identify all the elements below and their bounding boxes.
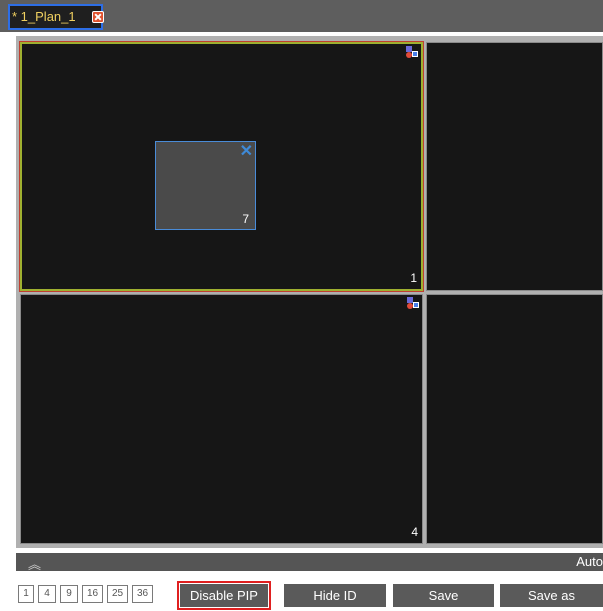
- cell-id: 1: [410, 271, 417, 285]
- tab-plan[interactable]: * 1_Plan_1: [8, 4, 104, 30]
- auto-label: Auto: [576, 554, 603, 569]
- cell-mode-icon[interactable]: [406, 46, 418, 58]
- layout-button-1[interactable]: 1: [18, 585, 34, 603]
- chevron-up-icon[interactable]: ︽: [28, 554, 41, 573]
- disable-pip-button[interactable]: Disable PIP: [177, 581, 271, 610]
- video-cell-4[interactable]: 4: [20, 294, 423, 544]
- layout-button-9[interactable]: 9: [60, 585, 78, 603]
- layout-button-4[interactable]: 4: [38, 585, 56, 603]
- tab-bar: * 1_Plan_1: [0, 0, 603, 32]
- video-cell-1[interactable]: ✕ 7 1: [19, 41, 424, 292]
- hide-id-button[interactable]: Hide ID: [284, 584, 386, 607]
- layout-button-16[interactable]: 16: [82, 585, 103, 603]
- cell-mode-icon[interactable]: [407, 297, 419, 309]
- save-button[interactable]: Save: [393, 584, 494, 607]
- collapse-bar[interactable]: ︽ Auto: [16, 553, 603, 573]
- pip-id: 7: [242, 212, 249, 226]
- video-wall-canvas: ✕ 7 1 4: [16, 36, 603, 548]
- layout-button-36[interactable]: 36: [132, 585, 153, 603]
- layout-button-25[interactable]: 25: [107, 585, 128, 603]
- video-cell-2[interactable]: [426, 42, 603, 291]
- bottom-toolbar: 1 4 9 16 25 36 Disable PIP Hide ID Save …: [0, 578, 603, 611]
- close-icon[interactable]: [92, 11, 104, 23]
- save-as-button[interactable]: Save as: [500, 584, 603, 607]
- pip-close-icon[interactable]: ✕: [240, 141, 253, 161]
- pip-window[interactable]: ✕ 7: [155, 141, 256, 230]
- cell-id: 4: [411, 525, 418, 539]
- tab-title: * 1_Plan_1: [12, 9, 76, 24]
- video-cell-5[interactable]: [426, 294, 603, 544]
